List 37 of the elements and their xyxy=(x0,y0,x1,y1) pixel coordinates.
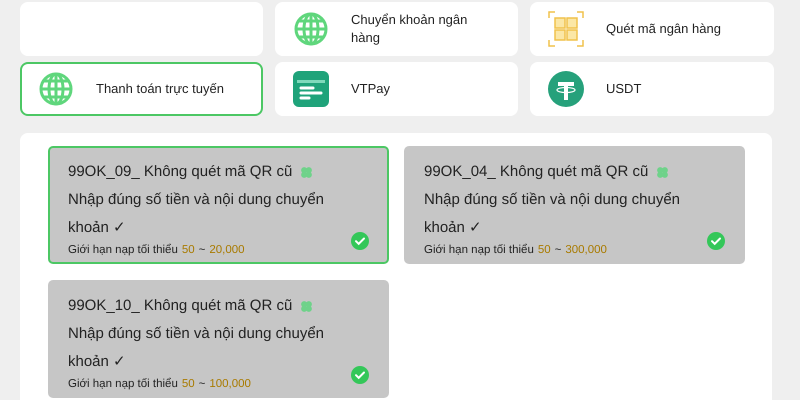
limit-label: Giới hạn nạp tối thiểu xyxy=(68,378,178,390)
globe-icon xyxy=(293,11,329,47)
payment-method-tab[interactable]: Thanh toán trực tuyến xyxy=(20,62,263,116)
limit-label: Giới hạn nạp tối thiểu xyxy=(68,244,178,256)
channel-option[interactable]: 99OK_10_ Không quét mã QR cũ Nhập đúng số tiền và nội dung chuyển khoản ✓ Giới hạn nạp tối thiểu 50 ~ 100,000 xyxy=(48,280,389,398)
payment-method-tab[interactable]: USDT xyxy=(530,62,774,116)
max-amount: 300,000 xyxy=(565,244,607,256)
clover-icon xyxy=(300,166,314,178)
max-amount: 20,000 xyxy=(209,244,245,256)
clover-icon xyxy=(300,300,314,312)
check-icon xyxy=(351,232,369,250)
wallet-app-icon xyxy=(293,71,329,107)
min-amount: 50 xyxy=(182,378,195,390)
check-icon xyxy=(707,232,725,250)
channel-note: Nhập đúng số tiền và nội dung chuyển khoản ✓ xyxy=(424,190,682,238)
range-separator: ~ xyxy=(198,244,206,256)
channel-title: 99OK_09_ Không quét mã QR cũ xyxy=(68,162,292,182)
tether-coin-icon xyxy=(548,71,584,107)
check-icon xyxy=(351,366,369,384)
min-amount: 50 xyxy=(182,244,195,256)
payment-method-tab[interactable]: Quét mã ngân hàng xyxy=(530,2,774,56)
channel-option[interactable]: 99OK_09_ Không quét mã QR cũ Nhập đúng số tiền và nội dung chuyển khoản ✓ Giới hạn nạp tối thiểu 50 ~ 20,000 xyxy=(48,146,389,264)
globe-icon xyxy=(38,71,74,107)
channel-note: Nhập đúng số tiền và nội dung chuyển khoản ✓ xyxy=(68,190,326,238)
range-separator: ~ xyxy=(554,244,562,256)
max-amount: 100,000 xyxy=(209,378,251,390)
clover-icon xyxy=(656,166,670,178)
qr-code-icon xyxy=(548,11,584,47)
min-amount: 50 xyxy=(538,244,551,256)
limit-label: Giới hạn nạp tối thiểu xyxy=(424,244,534,256)
payment-method-tab[interactable]: Chuyển khoản ngân hàng xyxy=(275,2,518,56)
channel-title: 99OK_10_ Không quét mã QR cũ xyxy=(68,296,292,316)
channel-note: Nhập đúng số tiền và nội dung chuyển khoản ✓ xyxy=(68,324,326,372)
range-separator: ~ xyxy=(198,378,206,390)
channel-option[interactable]: 99OK_04_ Không quét mã QR cũ Nhập đúng số tiền và nội dung chuyển khoản ✓ Giới hạn nạp tối thiểu 50 ~ 300,000 xyxy=(404,146,745,264)
payment-method-tab[interactable]: VTPay xyxy=(275,62,518,116)
channel-title: 99OK_04_ Không quét mã QR cũ xyxy=(424,162,648,182)
